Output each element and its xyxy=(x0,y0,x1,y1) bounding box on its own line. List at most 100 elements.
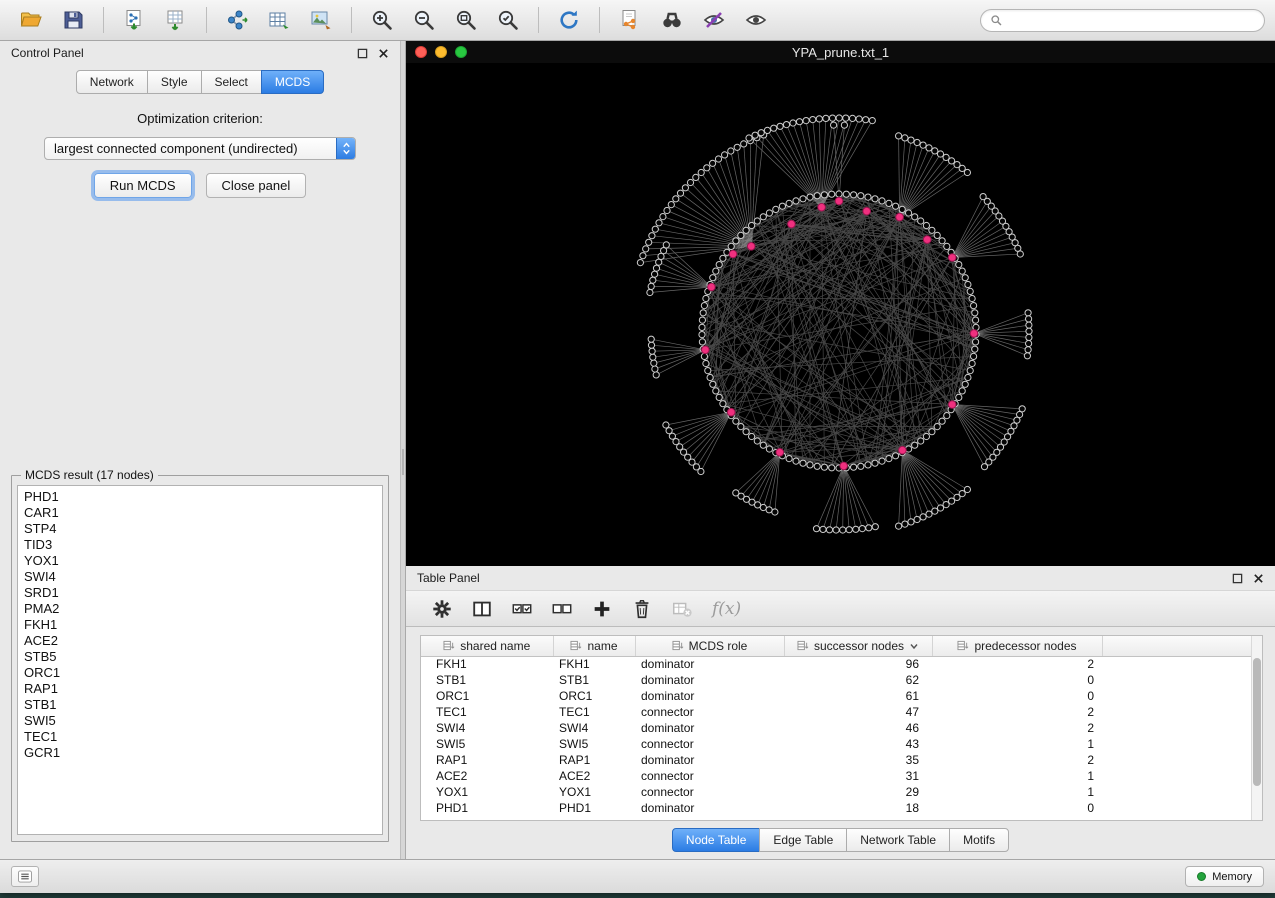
mcds-result-item[interactable]: YOX1 xyxy=(24,553,382,569)
run-mcds-button[interactable]: Run MCDS xyxy=(94,173,192,198)
table-scrollbar[interactable] xyxy=(1251,636,1262,820)
hide-graphics-details-button[interactable] xyxy=(693,4,735,37)
table-cell-filler xyxy=(1102,800,1251,816)
window-minimize-traffic-light[interactable] xyxy=(435,46,447,58)
memory-button[interactable]: Memory xyxy=(1185,866,1264,887)
criterion-dropdown[interactable]: largest connected component (undirected) xyxy=(44,137,356,160)
table-cell: YOX1 xyxy=(421,784,553,800)
mcds-result-item[interactable]: CAR1 xyxy=(24,505,382,521)
clone-network-button[interactable] xyxy=(609,4,651,37)
tab-edge-table[interactable]: Edge Table xyxy=(759,828,847,852)
delete-table-button[interactable] xyxy=(664,593,700,624)
panel-menu-button[interactable] xyxy=(11,866,39,887)
table-row[interactable]: SWI5SWI5connector431 xyxy=(421,736,1251,752)
zoom-fit-button[interactable] xyxy=(445,4,487,37)
save-session-button[interactable] xyxy=(52,4,94,37)
mcds-result-item[interactable]: TEC1 xyxy=(24,729,382,745)
search-network-button[interactable] xyxy=(651,4,693,37)
tab-select[interactable]: Select xyxy=(201,70,262,94)
column-label: successor nodes xyxy=(814,639,904,653)
deselect-all-columns-button[interactable] xyxy=(544,593,580,624)
deselect-all-columns-icon xyxy=(551,598,573,620)
zoom-in-button[interactable] xyxy=(361,4,403,37)
mcds-result-item[interactable]: STB5 xyxy=(24,649,382,665)
table-row[interactable]: STB1STB1dominator620 xyxy=(421,672,1251,688)
table-row[interactable]: SWI4SWI4dominator462 xyxy=(421,720,1251,736)
table-row[interactable]: PHD1PHD1dominator180 xyxy=(421,800,1251,816)
criterion-dropdown-value: largest connected component (undirected) xyxy=(54,141,298,156)
mcds-result-list[interactable]: PHD1CAR1STP4TID3YOX1SWI4SRD1PMA2FKH1ACE2… xyxy=(17,485,383,835)
mcds-result-item[interactable]: TID3 xyxy=(24,537,382,553)
select-all-columns-button[interactable] xyxy=(504,593,540,624)
float-panel-icon[interactable] xyxy=(357,48,368,59)
show-columns-button[interactable] xyxy=(464,593,500,624)
mcds-result-item[interactable]: SRD1 xyxy=(24,585,382,601)
mcds-result-item[interactable]: SWI4 xyxy=(24,569,382,585)
zoom-out-button[interactable] xyxy=(403,4,445,37)
open-session-button[interactable] xyxy=(10,4,52,37)
column-header-shared-name[interactable]: shared name xyxy=(421,636,553,656)
tab-motifs[interactable]: Motifs xyxy=(949,828,1009,852)
mcds-result-item[interactable]: SWI5 xyxy=(24,713,382,729)
window-close-traffic-light[interactable] xyxy=(415,46,427,58)
table-cell: PHD1 xyxy=(421,800,553,816)
import-network-file-button[interactable] xyxy=(113,4,155,37)
mcds-result-item[interactable]: PHD1 xyxy=(24,489,382,505)
mcds-result-item[interactable]: GCR1 xyxy=(24,745,382,761)
tab-network-table[interactable]: Network Table xyxy=(846,828,950,852)
mcds-result-item[interactable]: STB1 xyxy=(24,697,382,713)
column-header-name[interactable]: name xyxy=(553,636,635,656)
search-input[interactable] xyxy=(1009,13,1255,27)
import-table-file-button[interactable] xyxy=(155,4,197,37)
column-header-MCDS-role[interactable]: MCDS role xyxy=(635,636,784,656)
function-builder-button[interactable]: f(x) xyxy=(712,599,741,619)
tab-node-table[interactable]: Node Table xyxy=(672,828,761,852)
table-row[interactable]: FKH1FKH1dominator962 xyxy=(421,656,1251,672)
table-row[interactable]: ACE2ACE2connector311 xyxy=(421,768,1251,784)
save-session-icon xyxy=(61,8,85,32)
close-panel-icon[interactable] xyxy=(378,48,389,59)
toolbar-search[interactable] xyxy=(980,9,1265,32)
table-row[interactable]: TEC1TEC1connector472 xyxy=(421,704,1251,720)
network-canvas[interactable] xyxy=(406,63,1275,566)
mcds-result-item[interactable]: ORC1 xyxy=(24,665,382,681)
table-cell: 2 xyxy=(932,656,1102,672)
table-cell: STB1 xyxy=(421,672,553,688)
mcds-result-item[interactable]: PMA2 xyxy=(24,601,382,617)
close-panel-button[interactable]: Close panel xyxy=(206,173,307,198)
window-zoom-traffic-light[interactable] xyxy=(455,46,467,58)
column-header-successor-nodes[interactable]: successor nodes xyxy=(784,636,932,656)
table-cell: 29 xyxy=(784,784,932,800)
apply-layout-refresh-button[interactable] xyxy=(548,4,590,37)
add-column-button[interactable] xyxy=(584,593,620,624)
table-row[interactable]: RAP1RAP1dominator352 xyxy=(421,752,1251,768)
export-image-button[interactable] xyxy=(300,4,342,37)
new-table-button[interactable] xyxy=(258,4,300,37)
float-table-panel-icon[interactable] xyxy=(1232,573,1243,584)
mcds-result-item[interactable]: STP4 xyxy=(24,521,382,537)
table-panel: Table Panel f(x) shared namenameMCDS rol… xyxy=(406,566,1275,859)
tab-style[interactable]: Style xyxy=(147,70,202,94)
table-gear-button[interactable] xyxy=(424,593,460,624)
sort-icon xyxy=(957,640,969,651)
table-cell: dominator xyxy=(635,656,784,672)
delete-column-button[interactable] xyxy=(624,593,660,624)
new-network-button[interactable] xyxy=(216,4,258,37)
mcds-result-item[interactable]: RAP1 xyxy=(24,681,382,697)
column-header-filler xyxy=(1102,636,1251,656)
zoom-selected-button[interactable] xyxy=(487,4,529,37)
tab-network[interactable]: Network xyxy=(76,70,148,94)
table-row[interactable]: ORC1ORC1dominator610 xyxy=(421,688,1251,704)
table-row[interactable]: YOX1YOX1connector291 xyxy=(421,784,1251,800)
table-cell: TEC1 xyxy=(421,704,553,720)
table-panel-tabs: Node TableEdge TableNetwork TableMotifs xyxy=(406,825,1275,855)
mcds-result-item[interactable]: FKH1 xyxy=(24,617,382,633)
network-window-titlebar: YPA_prune.txt_1 xyxy=(406,41,1275,63)
table-panel-title: Table Panel xyxy=(417,571,480,585)
show-graphics-details-button[interactable] xyxy=(735,4,777,37)
mcds-result-item[interactable]: ACE2 xyxy=(24,633,382,649)
table-scrollbar-thumb[interactable] xyxy=(1253,658,1261,786)
tab-mcds[interactable]: MCDS xyxy=(261,70,324,94)
column-header-predecessor-nodes[interactable]: predecessor nodes xyxy=(932,636,1102,656)
close-table-panel-icon[interactable] xyxy=(1253,573,1264,584)
